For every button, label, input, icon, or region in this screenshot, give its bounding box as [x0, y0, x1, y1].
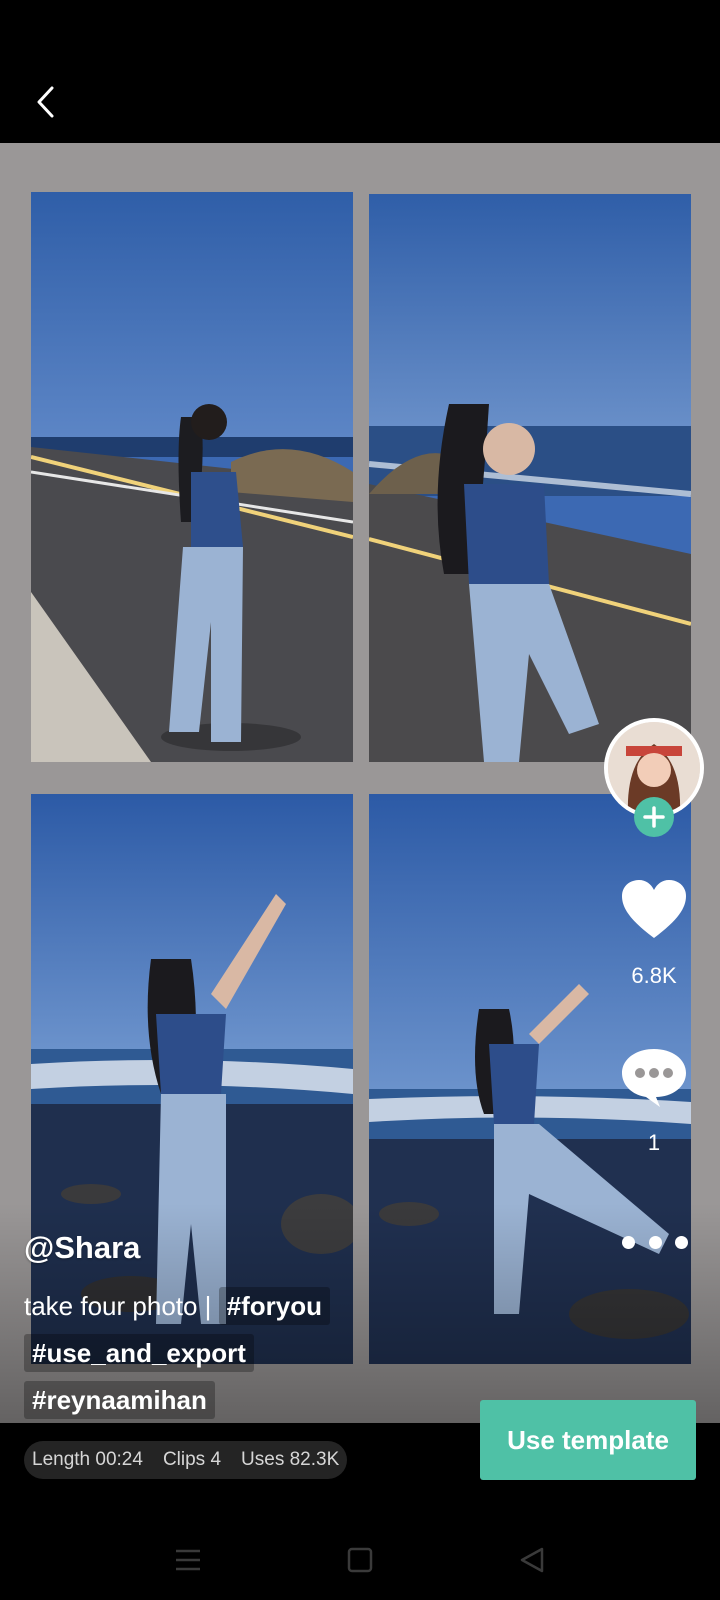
chevron-left-icon	[37, 86, 54, 118]
more-dot	[675, 1235, 688, 1249]
follow-button[interactable]	[634, 797, 674, 837]
like-button[interactable]	[620, 878, 688, 942]
triangle-back-icon	[520, 1547, 544, 1573]
comment-count: 1	[647, 1130, 661, 1155]
chat-bubble-icon	[622, 1049, 686, 1107]
more-dots-icon	[622, 1235, 635, 1249]
nav-home-button[interactable]	[340, 1540, 380, 1580]
caption: take four photo | #foryou #use_and_expor…	[24, 1284, 364, 1425]
template-length: Length 00:24	[32, 1449, 143, 1470]
template-clips: Clips 4	[162, 1449, 222, 1470]
square-icon	[347, 1547, 373, 1573]
hashtag-reynaamihan[interactable]: #reynaamihan	[24, 1381, 215, 1419]
system-nav-bar	[0, 1520, 720, 1600]
nav-menu-button[interactable]	[168, 1540, 208, 1580]
comment-button[interactable]	[620, 1045, 688, 1109]
template-info: Length 00:24 Clips 4 Uses 82.3K	[24, 1441, 348, 1479]
caption-text: take four photo |	[24, 1291, 212, 1321]
nav-back-button[interactable]	[512, 1540, 552, 1580]
photo-clip-1	[31, 192, 353, 762]
use-template-button[interactable]: Use template	[480, 1400, 696, 1480]
hashtag-use-and-export[interactable]: #use_and_export	[24, 1334, 254, 1372]
heart-icon	[622, 880, 686, 938]
more-options-button[interactable]	[622, 1228, 688, 1256]
template-uses: Uses 82.3K	[241, 1449, 340, 1470]
like-count: 6.8K	[631, 963, 677, 988]
photo-clip-2	[369, 194, 691, 762]
more-dot	[648, 1235, 662, 1249]
menu-icon	[176, 1549, 200, 1571]
top-bar	[0, 0, 720, 143]
plus-icon	[643, 806, 665, 828]
hashtag-foryou[interactable]: #foryou	[218, 1287, 331, 1325]
back-button[interactable]	[22, 78, 70, 126]
creator-handle[interactable]: @Shara	[24, 1230, 140, 1266]
